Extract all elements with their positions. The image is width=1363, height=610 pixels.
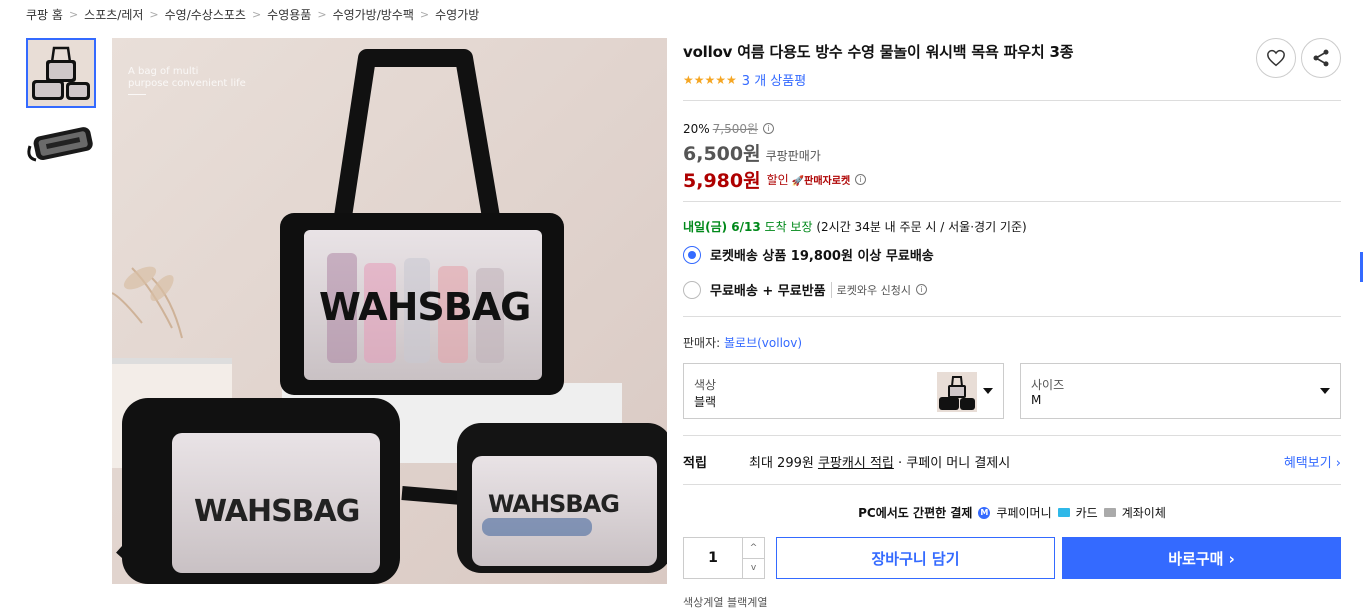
image-overlay-line-1: A bag of multi [128,66,198,77]
breadcrumb-separator: > [68,8,79,21]
breadcrumb-swim-supplies[interactable]: 수영용품 [267,6,311,23]
info-icon[interactable]: i [915,284,927,295]
radio-unchecked[interactable] [683,280,701,299]
divider [683,100,1341,101]
divider [683,201,1341,202]
payment-card: 카드 [1075,506,1098,520]
breadcrumb-separator: > [317,8,327,21]
coupang-cash-link[interactable]: 쿠팡캐시 적립 [818,452,894,471]
image-overlay-line-2: purpose convenient life [128,78,246,89]
breadcrumb-separator: > [149,8,159,21]
seller-rocket-badge: 🚀판매자로켓 [791,176,851,187]
final-price: 5,980원 [683,170,761,192]
main-product-image[interactable]: A bag of multi purpose convenient life W… [112,38,667,584]
thumbnail-list [26,38,96,178]
bottom-right-bag-brand-text: WAHSBAG [488,490,619,518]
delivery-option-free[interactable]: 무료배송 + 무료반품 로켓와우 신청시 i [683,280,1341,299]
sale-price: 6,500원 [683,143,761,165]
payment-methods-line: PC에서도 간편한 결제 M 쿠페이머니 카드 계좌이체 [683,504,1341,521]
info-icon[interactable]: i [855,174,867,185]
buy-now-button[interactable]: 바로구매 › [1062,537,1341,579]
delivery-option-label: 무료배송 + 무료반품 [710,284,826,299]
favorite-button[interactable] [1256,38,1296,78]
caret-down-icon [1320,388,1330,394]
points-max: 최대 299원 [749,456,814,471]
divider [683,484,1341,485]
arrival-note: (2시간 34분 내 주문 시 / 서울·경기 기준) [816,220,1027,234]
seller-info: 판매자: 볼로브(vollov) [683,334,802,351]
final-price-label: 할인 [766,173,789,187]
points-condition: · 쿠페이 머니 결제시 [898,456,1011,471]
size-select-value: M [1031,393,1042,407]
card-icon [1057,508,1070,517]
arrival-guarantee: 내일(금) 6/13 도착 보장 (2시간 34분 내 주문 시 / 서울·경기… [683,218,1341,235]
color-category-text: 색상계열 블랙계열 [683,596,768,609]
breadcrumb-sports[interactable]: 스포츠/레저 [84,6,143,23]
bottom-left-bag-brand-text: WAHSBAG [194,494,359,529]
delivery-option-rocket[interactable]: 로켓배송 상품 19,800원 이상 무료배송 [683,245,1341,264]
add-to-cart-button[interactable]: 장바구니 담기 [776,537,1055,579]
size-select-label: 사이즈 [1031,378,1065,392]
info-icon[interactable]: i [763,123,775,134]
breadcrumb: 쿠팡 홈 > 스포츠/레저 > 수영/수상스포츠 > 수영용품 > 수영가방/방… [26,6,479,23]
quantity-down-icon[interactable]: v [743,559,764,579]
points-row: 적립 최대 299원 쿠팡캐시 적립 · 쿠페이 머니 결제시 혜택보기 › [683,452,1341,471]
share-button[interactable] [1301,38,1341,78]
thumbnail-bag-set-image [28,40,94,106]
heart-icon [1267,49,1285,67]
points-label: 적립 [683,456,707,471]
seller-label: 판매자: [683,336,721,350]
quantity-stepper: 1 ^ v [683,537,765,579]
rating-row: ★★★★★ 3 개 상품평 [683,70,1341,90]
delivery-option-sub: 로켓와우 신청시 [830,281,911,298]
thumbnail-2[interactable] [26,108,96,178]
discount-line: 20% 7,500원 i [683,120,866,137]
benefit-view-link[interactable]: 혜택보기 › [1284,452,1341,471]
sale-price-line: 6,500원 쿠팡판매가 [683,139,866,166]
color-swatch-image [937,372,977,412]
thumbnail-pouch-image [26,108,96,178]
product-photo: A bag of multi purpose convenient life W… [112,38,667,584]
size-select[interactable]: 사이즈 M [1020,363,1341,419]
option-selects: 색상 블랙 사이즈 M [683,363,1341,419]
top-bag-brand-text: WAHSBAG [319,285,530,329]
coupay-money-icon: M [978,506,991,519]
star-rating: ★★★★★ [683,72,737,87]
product-title: vollov 여름 다용도 방수 수영 물놀이 워시백 목욕 파우치 3종 [683,43,1074,61]
divider [683,435,1341,436]
delivery-option-label: 로켓배송 상품 19,800원 이상 무료배송 [710,249,934,264]
divider [683,316,1341,317]
arrival-date: 내일(금) 6/13 [683,220,761,234]
payment-money: 쿠페이머니 [996,506,1052,520]
color-select[interactable]: 색상 블랙 [683,363,1004,419]
breadcrumb-swimming-water-sports[interactable]: 수영/수상스포츠 [165,6,246,23]
breadcrumb-home[interactable]: 쿠팡 홈 [26,6,63,23]
breadcrumb-swim-bags-waterproof[interactable]: 수영가방/방수팩 [333,6,414,23]
payment-bank: 계좌이체 [1121,506,1166,520]
breadcrumb-swim-bag[interactable]: 수영가방 [435,6,479,23]
original-price: 7,500원 [712,122,759,136]
breadcrumb-separator: > [251,8,262,21]
arrival-guarantee-label: 도착 보장 [764,220,813,234]
quantity-input[interactable]: 1 [684,538,742,578]
sale-price-label: 쿠팡판매가 [765,149,821,163]
review-count-link[interactable]: 3 개 상품평 [742,70,806,89]
bank-transfer-icon [1103,508,1116,517]
discount-rate: 20% [683,121,710,136]
caret-down-icon [983,388,993,394]
quantity-up-icon[interactable]: ^ [743,538,764,559]
purchase-row: 1 ^ v 장바구니 담기 바로구매 › [683,537,1341,579]
final-price-line: 5,980원 할인 🚀판매자로켓 i [683,166,867,193]
price-block: 20% 7,500원 i 6,500원 쿠팡판매가 5,980원 할인 🚀판매자… [683,120,867,193]
breadcrumb-separator: > [419,8,430,21]
product-info-panel: vollov 여름 다용도 방수 수영 물놀이 워시백 목욕 파우치 3종 ★★… [683,38,1341,579]
seller-link[interactable]: 볼로브(vollov) [724,336,802,350]
quantity-controls: ^ v [742,538,764,578]
radio-checked[interactable] [683,245,701,264]
payment-intro: PC에서도 간편한 결제 [858,506,973,520]
thumbnail-1[interactable] [26,38,96,108]
share-icon [1313,49,1329,67]
delivery-block: 내일(금) 6/13 도착 보장 (2시간 34분 내 주문 시 / 서울·경기… [683,218,1341,299]
